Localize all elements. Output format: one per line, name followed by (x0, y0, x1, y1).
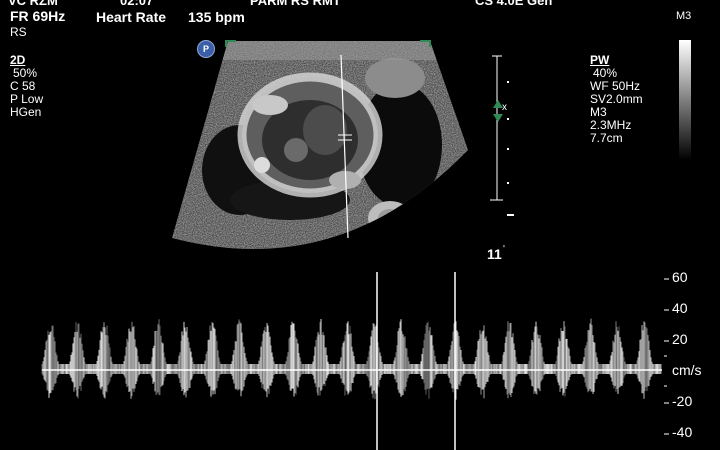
velocity-axis-ticks (664, 278, 669, 435)
